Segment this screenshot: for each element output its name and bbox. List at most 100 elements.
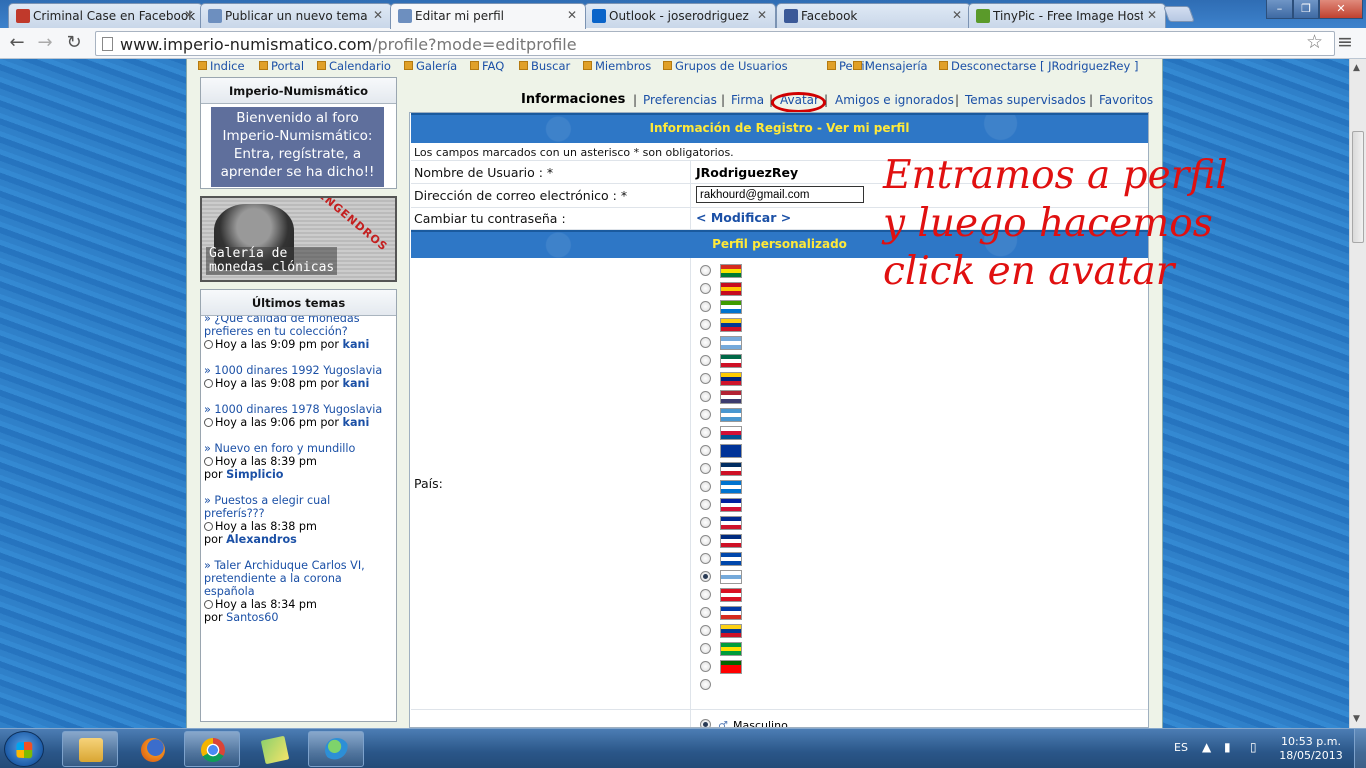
country-radio[interactable] — [700, 499, 711, 510]
scroll-up-arrow-icon[interactable]: ▲ — [1353, 63, 1360, 73]
close-tab-icon[interactable]: ✕ — [952, 8, 962, 22]
nav-link-portal[interactable]: Portal — [259, 59, 304, 73]
topic-link[interactable]: » Taler Archiduque Carlos VI, — [204, 559, 394, 572]
browser-tab[interactable]: Criminal Case en Facebook ✕ — [8, 3, 203, 28]
country-radio[interactable] — [700, 427, 711, 438]
menu-icon[interactable]: ≡ — [1337, 31, 1353, 53]
topic-link[interactable]: española — [204, 585, 394, 598]
country-radio[interactable] — [700, 589, 711, 600]
country-radio-none[interactable] — [700, 679, 711, 690]
browser-tab[interactable]: Publicar un nuevo tema ✕ — [200, 3, 392, 28]
country-radio[interactable] — [700, 445, 711, 456]
show-hidden-icons-icon[interactable]: ▲ — [1202, 740, 1211, 754]
show-desktop-button[interactable] — [1354, 729, 1366, 768]
clock[interactable]: 10:53 p.m. 18/05/2013 — [1278, 735, 1344, 763]
topic-link[interactable]: preferís??? — [204, 507, 394, 520]
language-indicator[interactable]: ES — [1174, 741, 1188, 754]
browser-tab[interactable]: TinyPic - Free Image Hosting ✕ — [968, 3, 1166, 28]
tab-preferencias[interactable]: Preferencias — [643, 93, 717, 107]
battery-icon[interactable]: ▯ — [1250, 740, 1257, 754]
tab-informaciones[interactable]: Informaciones — [521, 92, 625, 107]
country-radio[interactable] — [700, 517, 711, 528]
forward-icon[interactable]: → — [33, 32, 57, 54]
topic-link[interactable]: » Nuevo en foro y mundillo — [204, 442, 394, 455]
browser-tab-active[interactable]: Editar mi perfil ✕ — [390, 3, 586, 29]
close-window-button[interactable]: ✕ — [1319, 0, 1363, 19]
nav-link-desconectarse[interactable]: Desconectarse [ JRodriguezRey ] — [939, 59, 1138, 73]
nav-link-calendario[interactable]: Calendario — [317, 59, 391, 73]
country-radio[interactable] — [700, 301, 711, 312]
nav-link-buscar[interactable]: Buscar — [519, 59, 570, 73]
taskbar-firefox[interactable] — [124, 731, 180, 767]
country-label: País: — [414, 476, 443, 491]
email-field[interactable] — [696, 186, 864, 203]
page-scrollbar[interactable]: ▲ ▼ — [1349, 59, 1366, 728]
nav-link-indice[interactable]: Indice — [198, 59, 245, 73]
topic-author[interactable]: Santos60 — [226, 611, 278, 624]
country-radio[interactable] — [700, 463, 711, 474]
close-tab-icon[interactable]: ✕ — [567, 8, 577, 22]
country-radio[interactable] — [700, 643, 711, 654]
bookmark-star-icon[interactable]: ☆ — [1306, 31, 1323, 53]
country-radio[interactable] — [700, 391, 711, 402]
back-icon[interactable]: ← — [5, 32, 29, 54]
nav-link-galeria[interactable]: Galería — [404, 59, 457, 73]
tab-favoritos[interactable]: Favoritos — [1099, 93, 1153, 107]
topic-link[interactable]: prefieres en tu colección? — [204, 325, 394, 338]
topic-author[interactable]: kani — [343, 338, 370, 351]
country-radio[interactable] — [700, 607, 711, 618]
country-radio[interactable] — [700, 319, 711, 330]
tab-firma[interactable]: Firma — [731, 93, 764, 107]
nav-link-mensajeria[interactable]: Mensajería — [853, 59, 928, 73]
country-radio[interactable] — [700, 625, 711, 636]
gallery-banner[interactable]: ENGENDROS Galería de monedas clónicas — [200, 196, 397, 282]
nav-link-grupos[interactable]: Grupos de Usuarios — [663, 59, 788, 73]
signal-icon[interactable]: ▮ — [1224, 740, 1231, 754]
country-flag-icon — [720, 660, 742, 674]
country-radio[interactable] — [700, 661, 711, 672]
topic-author[interactable]: kani — [343, 416, 370, 429]
tab-temas-supervisados[interactable]: Temas supervisados — [965, 93, 1086, 107]
reload-icon[interactable]: ↻ — [62, 32, 86, 54]
close-tab-icon[interactable]: ✕ — [757, 8, 767, 22]
scrollbar-thumb[interactable] — [1352, 131, 1364, 243]
taskbar-explorer[interactable] — [62, 731, 118, 767]
taskbar-messenger[interactable] — [308, 731, 364, 767]
scroll-down-arrow-icon[interactable]: ▼ — [1353, 714, 1360, 724]
country-radio[interactable] — [700, 265, 711, 276]
country-radio[interactable] — [700, 283, 711, 294]
close-tab-icon[interactable]: ✕ — [1147, 8, 1157, 22]
topic-author[interactable]: kani — [343, 377, 370, 390]
country-radio[interactable] — [700, 481, 711, 492]
browser-tab[interactable]: Outlook - joserodriguezrey@ ✕ — [584, 3, 776, 28]
minimize-button[interactable]: – — [1266, 0, 1293, 19]
topic-link[interactable]: » 1000 dinares 1978 Yugoslavia — [204, 403, 394, 416]
country-radio[interactable] — [700, 373, 711, 384]
country-radio[interactable] — [700, 571, 711, 582]
country-radio[interactable] — [700, 337, 711, 348]
topic-author[interactable]: Simplicio — [226, 468, 283, 481]
start-button[interactable] — [4, 731, 44, 767]
taskbar-notes[interactable] — [246, 731, 302, 767]
topic-link[interactable]: » ¿Qué calidad de monedas — [204, 316, 394, 325]
topic-link[interactable]: » Puestos a elegir cual — [204, 494, 394, 507]
country-radio[interactable] — [700, 355, 711, 366]
tab-amigos[interactable]: Amigos e ignorados — [835, 93, 954, 107]
topic-author[interactable]: Alexandros — [226, 533, 297, 546]
nav-link-faq[interactable]: FAQ — [470, 59, 504, 73]
close-tab-icon[interactable]: ✕ — [373, 8, 383, 22]
country-radio[interactable] — [700, 553, 711, 564]
country-radio[interactable] — [700, 409, 711, 420]
browser-tab[interactable]: Facebook ✕ — [776, 3, 971, 28]
taskbar-chrome[interactable] — [184, 731, 240, 767]
modify-password-link[interactable]: < Modificar > — [696, 210, 791, 225]
new-tab-button[interactable] — [1163, 6, 1195, 22]
nav-link-miembros[interactable]: Miembros — [583, 59, 651, 73]
close-tab-icon[interactable]: ✕ — [184, 8, 194, 22]
address-bar[interactable]: www.imperio-numismatico.com/profile?mode… — [95, 31, 1335, 56]
country-radio[interactable] — [700, 535, 711, 546]
topic-link[interactable]: pretendiente a la corona — [204, 572, 394, 585]
gender-radio-male[interactable] — [700, 719, 711, 727]
topic-link[interactable]: » 1000 dinares 1992 Yugoslavia — [204, 364, 394, 377]
maximize-button[interactable]: ❐ — [1293, 0, 1319, 19]
